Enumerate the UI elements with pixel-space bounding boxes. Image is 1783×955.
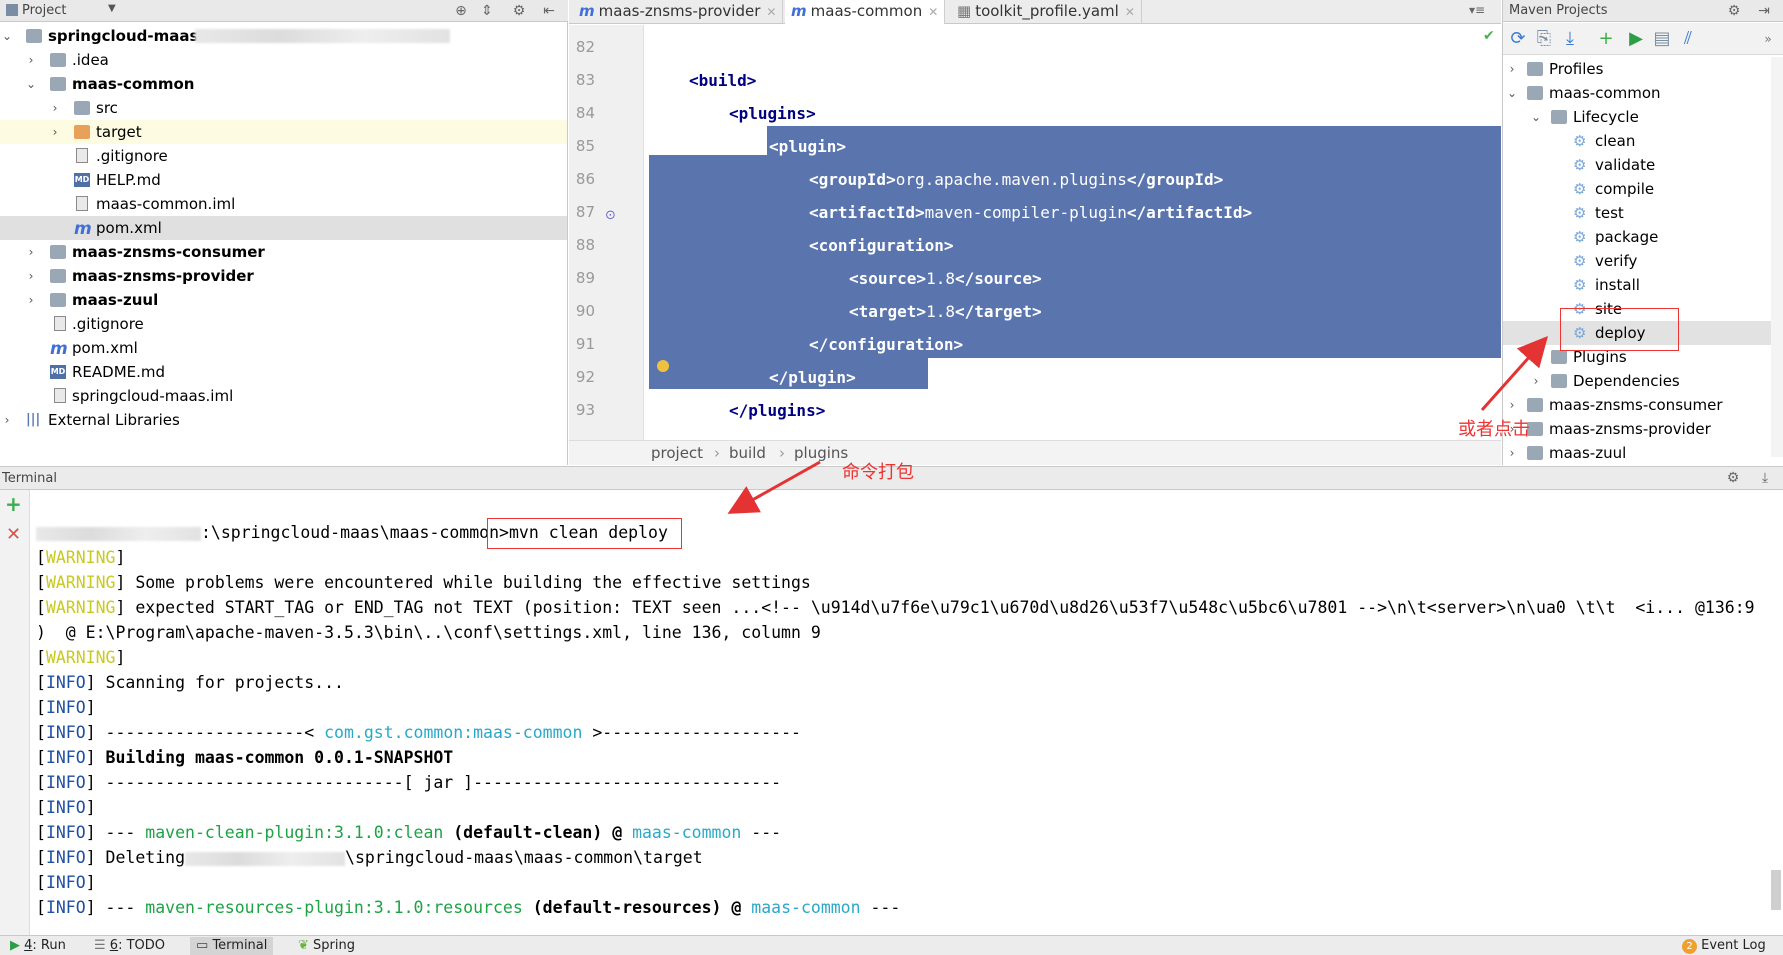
annotation-arrows [727, 336, 1548, 514]
annotation-arrow-command [727, 460, 821, 514]
annotation-arrow-deploy [1480, 336, 1548, 411]
